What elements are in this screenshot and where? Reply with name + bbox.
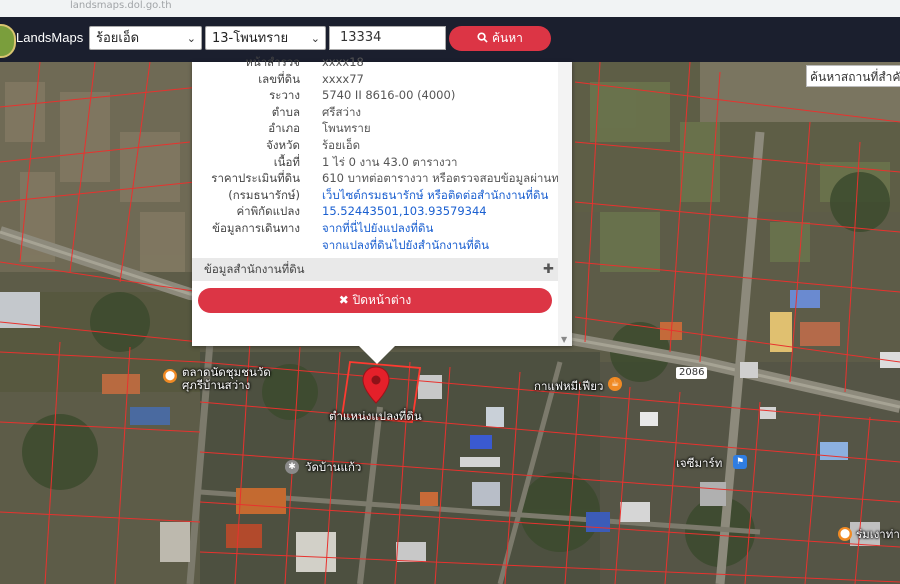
info-row-treasury: (กรมธนารักษ์) เว็บไซต์กรมธนารักษ์ หรือติ… <box>192 187 558 204</box>
province-select[interactable]: ร้อยเอ็ด ⌄ <box>89 26 202 50</box>
district-select[interactable]: 13-โพนทราย ⌄ <box>205 26 326 50</box>
place-search-input[interactable]: ค้นหาสถานที่สำคัญ <box>806 65 900 87</box>
info-row-directions: ข้อมูลการเดินทาง จากที่นี่ไปยังแปลงที่ดิ… <box>192 220 558 237</box>
info-row-coordinates: ค่าพิกัดแปลง 15.52443501,103.93579344 <box>192 203 558 220</box>
road-number-badge: 2086 <box>676 367 708 379</box>
plus-icon: ✚ <box>543 262 554 277</box>
market-label-line1: ตลาดนัดชุมชนวัด <box>182 365 271 379</box>
info-label: ระวาง <box>269 88 300 103</box>
market-label-line2: ศุภรีบ้านสว่าง <box>182 378 251 392</box>
map-pin-icon[interactable] <box>362 366 390 408</box>
info-label: (กรมธนารักษ์) <box>228 187 300 202</box>
info-row-map-sheet: ระวาง 5740 II 8616-00 (4000) <box>192 87 558 104</box>
search-button-label: ค้นหา <box>491 31 523 45</box>
info-value: โพนทราย <box>322 121 371 136</box>
parcel-info-popup: หน้าสำรวจ xxxx18 เลขที่ดิน xxxx77 ระวาง … <box>192 55 572 346</box>
parcel-info-rows: หน้าสำรวจ xxxx18 เลขที่ดิน xxxx77 ระวาง … <box>192 54 571 254</box>
cafe-poi-icon[interactable]: ☕ <box>608 377 622 391</box>
info-label: อำเภอ <box>268 121 300 136</box>
chevron-down-icon: ⌄ <box>310 32 320 45</box>
market-poi-icon[interactable]: ⬤ <box>163 369 177 383</box>
info-label: ตำบล <box>271 104 300 119</box>
section-title: ข้อมูลสำนักงานที่ดิน <box>204 262 305 276</box>
info-label: เนื้อที่ <box>273 154 300 169</box>
province-select-value: ร้อยเอ็ด <box>96 31 140 46</box>
info-row-appraisal: ราคาประเมินที่ดิน 610 บาทต่อตารางวา หรือ… <box>192 170 571 187</box>
info-row-subdistrict: ตำบล ศรีสว่าง <box>192 104 558 121</box>
cafe-label: กาแฟหมีเฟียว <box>534 379 604 393</box>
directions-to-parcel-link[interactable]: จากที่นี่ไปยังแปลงที่ดิน <box>322 220 433 237</box>
info-value: xxxx18 <box>322 55 364 69</box>
info-row-survey: หน้าสำรวจ xxxx18 <box>192 54 558 71</box>
info-value: ศรีสว่าง <box>322 104 362 119</box>
shop-label: เจซีมาร์ท <box>676 456 723 470</box>
info-value: xxxx77 <box>322 71 364 86</box>
parcel-number-input[interactable]: 13334 <box>329 26 446 50</box>
app-logo-text: LandsMaps <box>16 30 84 45</box>
popup-scrollbar[interactable]: ▼ <box>558 62 572 346</box>
info-value: 1 ไร่ 0 งาน 43.0 ตารางวา <box>322 154 458 169</box>
browser-address-bar[interactable]: landsmaps.dol.go.th <box>0 0 900 18</box>
info-value: ร้อยเอ็ด <box>322 137 361 152</box>
district-select-value: 13-โพนทราย <box>212 31 289 46</box>
info-value: 5740 II 8616-00 (4000) <box>322 88 456 103</box>
search-icon <box>477 32 488 43</box>
popup-pointer <box>359 346 395 364</box>
info-label: เลขที่ดิน <box>258 71 300 86</box>
temple-label: วัดบ้านแก้ว <box>305 460 362 474</box>
info-label: หน้าสำรวจ <box>245 55 300 69</box>
chevron-down-icon: ⌄ <box>186 32 196 45</box>
right-edge-label: ร่มเงาท่า <box>856 527 900 541</box>
parcel-position-label: ตำแหน่งแปลงที่ดิน <box>329 409 422 423</box>
info-label: ค่าพิกัดแปลง <box>236 204 300 219</box>
info-row-district: อำเภอ โพนทราย <box>192 120 558 137</box>
info-row-area: เนื้อที่ 1 ไร่ 0 งาน 43.0 ตารางวา <box>192 154 558 171</box>
info-label: ข้อมูลการเดินทาง <box>212 220 300 235</box>
coordinates-link[interactable]: 15.52443501,103.93579344 <box>322 203 487 220</box>
temple-poi-icon[interactable]: ✱ <box>285 460 299 474</box>
scroll-down-arrow-icon[interactable]: ▼ <box>561 335 567 344</box>
info-value: 610 บาทต่อตารางวา หรือตรวจสอบข้อมูลผ่านท… <box>322 171 571 186</box>
info-label: ราคาประเมินที่ดิน <box>211 171 300 186</box>
market-label: ตลาดนัดชุมชนวัด ศุภรีบ้านสว่าง <box>182 366 271 392</box>
landsmaps-logo-icon <box>0 24 16 58</box>
info-row-directions-office: จากแปลงที่ดินไปยังสำนักงานที่ดิน <box>192 237 558 254</box>
treasury-website-link[interactable]: เว็บไซต์กรมธนารักษ์ หรือติดต่อสำนักงานที… <box>322 187 548 204</box>
info-row-province: จังหวัด ร้อยเอ็ด <box>192 137 558 154</box>
directions-to-office-link[interactable]: จากแปลงที่ดินไปยังสำนักงานที่ดิน <box>322 237 489 254</box>
shop-poi-icon[interactable]: ⚑ <box>733 455 747 469</box>
close-window-button[interactable]: ✖ ปิดหน้าต่าง <box>198 288 552 313</box>
info-row-land-number: เลขที่ดิน xxxx77 <box>192 71 558 88</box>
land-office-section-toggle[interactable]: ข้อมูลสำนักงานที่ดิน ✚ <box>192 258 558 281</box>
info-label: จังหวัด <box>266 137 300 152</box>
url-text[interactable]: landsmaps.dol.go.th <box>70 0 172 11</box>
search-button[interactable]: ค้นหา <box>449 26 551 51</box>
right-poi-icon[interactable]: ⬤ <box>838 527 852 541</box>
